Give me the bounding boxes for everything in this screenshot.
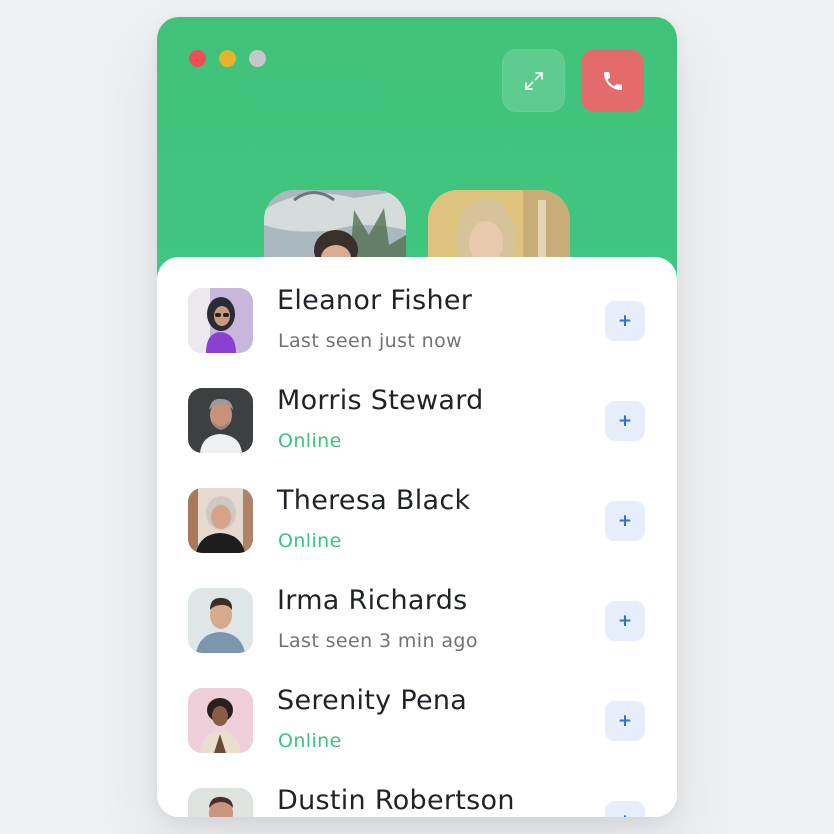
contact-row[interactable]: Eleanor Fisher Last seen just now +	[157, 257, 677, 357]
contact-status: Online	[278, 530, 342, 552]
plus-icon: +	[617, 610, 633, 631]
contact-name: Eleanor Fisher	[277, 285, 473, 316]
contact-row[interactable]: Irma Richards Last seen 3 min ago +	[157, 557, 677, 657]
contact-row[interactable]: Serenity Pena Online +	[157, 657, 677, 757]
contact-list: Eleanor Fisher Last seen just now + Morr…	[157, 257, 677, 817]
avatar-image	[188, 788, 253, 817]
contact-name: Irma Richards	[277, 585, 468, 616]
window-zoom-button[interactable]	[249, 50, 266, 67]
contact-status: Last seen just now	[278, 330, 463, 352]
call-window: Eleanor Fisher Last seen just now + Morr…	[157, 17, 677, 817]
avatar	[188, 788, 253, 817]
contact-name: Dustin Robertson	[277, 785, 515, 816]
expand-arrows-icon	[524, 71, 543, 90]
plus-icon: +	[617, 710, 633, 731]
avatar-image	[188, 388, 253, 453]
window-close-button[interactable]	[189, 50, 206, 67]
contact-row[interactable]: Theresa Black Online +	[157, 457, 677, 557]
plus-icon: +	[617, 410, 633, 431]
plus-icon: +	[617, 310, 633, 331]
add-contact-button[interactable]: +	[605, 401, 645, 441]
avatar-image	[188, 288, 253, 353]
call-header	[157, 17, 677, 300]
contact-name: Morris Steward	[277, 385, 484, 416]
avatar-image	[188, 488, 253, 553]
contact-status: Online	[278, 730, 342, 752]
contact-row[interactable]: Morris Steward Online +	[157, 357, 677, 457]
contact-status: Online	[278, 430, 342, 452]
avatar	[188, 588, 253, 653]
avatar	[188, 288, 253, 353]
add-contact-button[interactable]: +	[605, 801, 645, 817]
avatar	[188, 688, 253, 753]
phone-icon	[603, 71, 622, 90]
plus-icon: +	[618, 812, 632, 817]
add-contact-button[interactable]: +	[605, 501, 645, 541]
avatar-image	[188, 588, 253, 653]
contact-name: Serenity Pena	[277, 685, 468, 716]
avatar-image	[188, 688, 253, 753]
contact-row[interactable]: Dustin Robertson +	[157, 757, 677, 817]
add-contact-button[interactable]: +	[605, 701, 645, 741]
avatar	[188, 488, 253, 553]
add-contact-button[interactable]: +	[605, 601, 645, 641]
contact-name: Theresa Black	[277, 485, 471, 516]
add-contact-button[interactable]: +	[605, 301, 645, 341]
expand-button[interactable]	[502, 49, 565, 112]
avatar	[188, 388, 253, 453]
end-call-button[interactable]	[581, 49, 644, 112]
plus-icon: +	[617, 510, 633, 531]
contact-status: Last seen 3 min ago	[278, 630, 478, 652]
window-minimize-button[interactable]	[219, 50, 236, 67]
